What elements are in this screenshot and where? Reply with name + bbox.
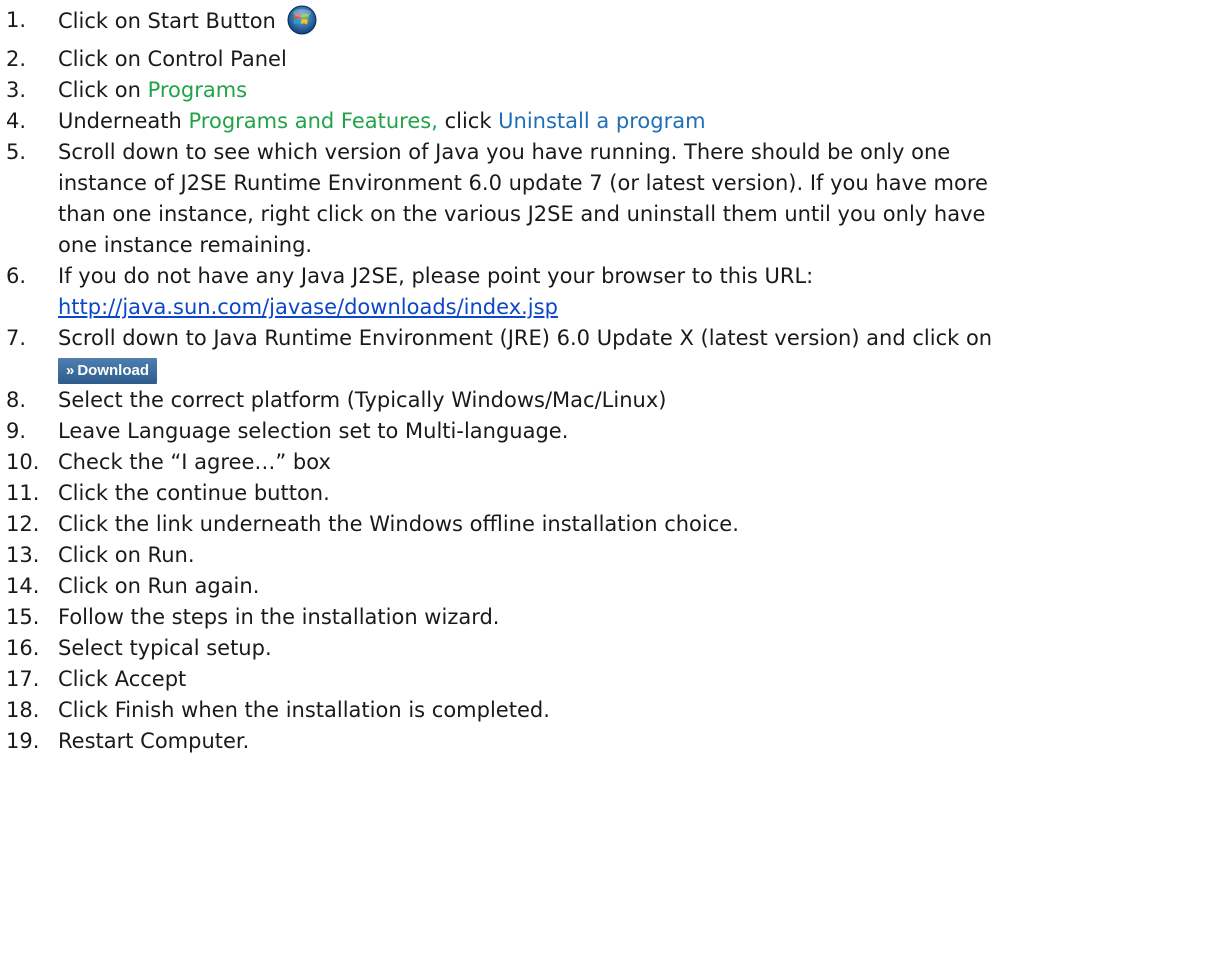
double-chevron-right-icon: » [66, 362, 75, 379]
step-4: 4. Underneath Programs and Features, cli… [0, 106, 1200, 137]
step-text: Click on [58, 78, 148, 102]
step-number: 18. [6, 698, 40, 722]
step-text: If you do not have any Java J2SE, please… [58, 264, 814, 288]
step-number: 6. [6, 264, 27, 288]
step-text: Click Accept [58, 667, 187, 691]
step-number: 4. [6, 109, 27, 133]
step-number: 5. [6, 140, 27, 164]
step-11: 11. Click the continue button. [0, 478, 1200, 509]
step-text: Click on Start Button [58, 9, 276, 33]
java-download-url-link[interactable]: http://java.sun.com/javase/downloads/ind… [58, 295, 558, 319]
step-text-line: Scroll down to see which version of Java… [58, 140, 951, 164]
download-button-label: Download [77, 362, 150, 379]
step-text: Leave Language selection set to Multi-la… [58, 419, 569, 443]
step-17: 17. Click Accept [0, 664, 1200, 695]
instruction-list: 1. Click on Start Button 2. Click on Con… [0, 5, 1200, 757]
step-text: Follow the steps in the installation wiz… [58, 605, 500, 629]
step-1: 1. Click on Start Button [0, 5, 1200, 44]
step-12: 12. Click the link underneath the Window… [0, 509, 1200, 540]
step-text: Scroll down to Java Runtime Environment … [58, 326, 993, 350]
step-number: 14. [6, 574, 40, 598]
step-text-line: one instance remaining. [58, 233, 313, 257]
step-19: 19. Restart Computer. [0, 726, 1200, 757]
step-6: 6. If you do not have any Java J2SE, ple… [0, 261, 1200, 323]
step-number: 1. [6, 8, 27, 32]
step-number: 12. [6, 512, 40, 536]
step-9: 9. Leave Language selection set to Multi… [0, 416, 1200, 447]
step-2: 2. Click on Control Panel [0, 44, 1200, 75]
step-number: 15. [6, 605, 40, 629]
step-16: 16. Select typical setup. [0, 633, 1200, 664]
step-10: 10. Check the “I agree…” box [0, 447, 1200, 478]
step-number: 11. [6, 481, 40, 505]
step-text: Select the correct platform (Typically W… [58, 388, 667, 412]
step-text: Click on Run. [58, 543, 195, 567]
step-13: 13. Click on Run. [0, 540, 1200, 571]
step-number: 3. [6, 78, 27, 102]
step-text: Underneath [58, 109, 189, 133]
step-text-line: than one instance, right click on the va… [58, 202, 986, 226]
step-number: 9. [6, 419, 27, 443]
step-number: 19. [6, 729, 40, 753]
step-number: 16. [6, 636, 40, 660]
step-text: Select typical setup. [58, 636, 272, 660]
uninstall-program-label: Uninstall a program [498, 109, 706, 133]
step-number: 13. [6, 543, 40, 567]
step-text-line: instance of J2SE Runtime Environment 6.0… [58, 171, 988, 195]
step-14: 14. Click on Run again. [0, 571, 1200, 602]
step-number: 17. [6, 667, 40, 691]
step-text: Click Finish when the installation is co… [58, 698, 550, 722]
step-number: 8. [6, 388, 27, 412]
windows-start-orb-icon [287, 5, 317, 44]
step-text: click [437, 109, 499, 133]
step-text: Click the continue button. [58, 481, 330, 505]
step-text: Click on Control Panel [58, 47, 287, 71]
step-5: 5. Scroll down to see which version of J… [0, 137, 1200, 261]
step-18: 18. Click Finish when the installation i… [0, 695, 1200, 726]
step-text: Check the “I agree…” box [58, 450, 331, 474]
step-3: 3. Click on Programs [0, 75, 1200, 106]
step-text: Click the link underneath the Windows of… [58, 512, 739, 536]
step-text: Click on Run again. [58, 574, 260, 598]
download-button[interactable]: » Download [58, 358, 158, 384]
step-text: Restart Computer. [58, 729, 250, 753]
step-8: 8. Select the correct platform (Typicall… [0, 385, 1200, 416]
step-number: 7. [6, 326, 27, 350]
step-number: 10. [6, 450, 40, 474]
step-number: 2. [6, 47, 27, 71]
step-15: 15. Follow the steps in the installation… [0, 602, 1200, 633]
programs-and-features-label: Programs and Features, [188, 109, 438, 133]
programs-label: Programs [147, 78, 248, 102]
step-7: 7. Scroll down to Java Runtime Environme… [0, 323, 1200, 385]
